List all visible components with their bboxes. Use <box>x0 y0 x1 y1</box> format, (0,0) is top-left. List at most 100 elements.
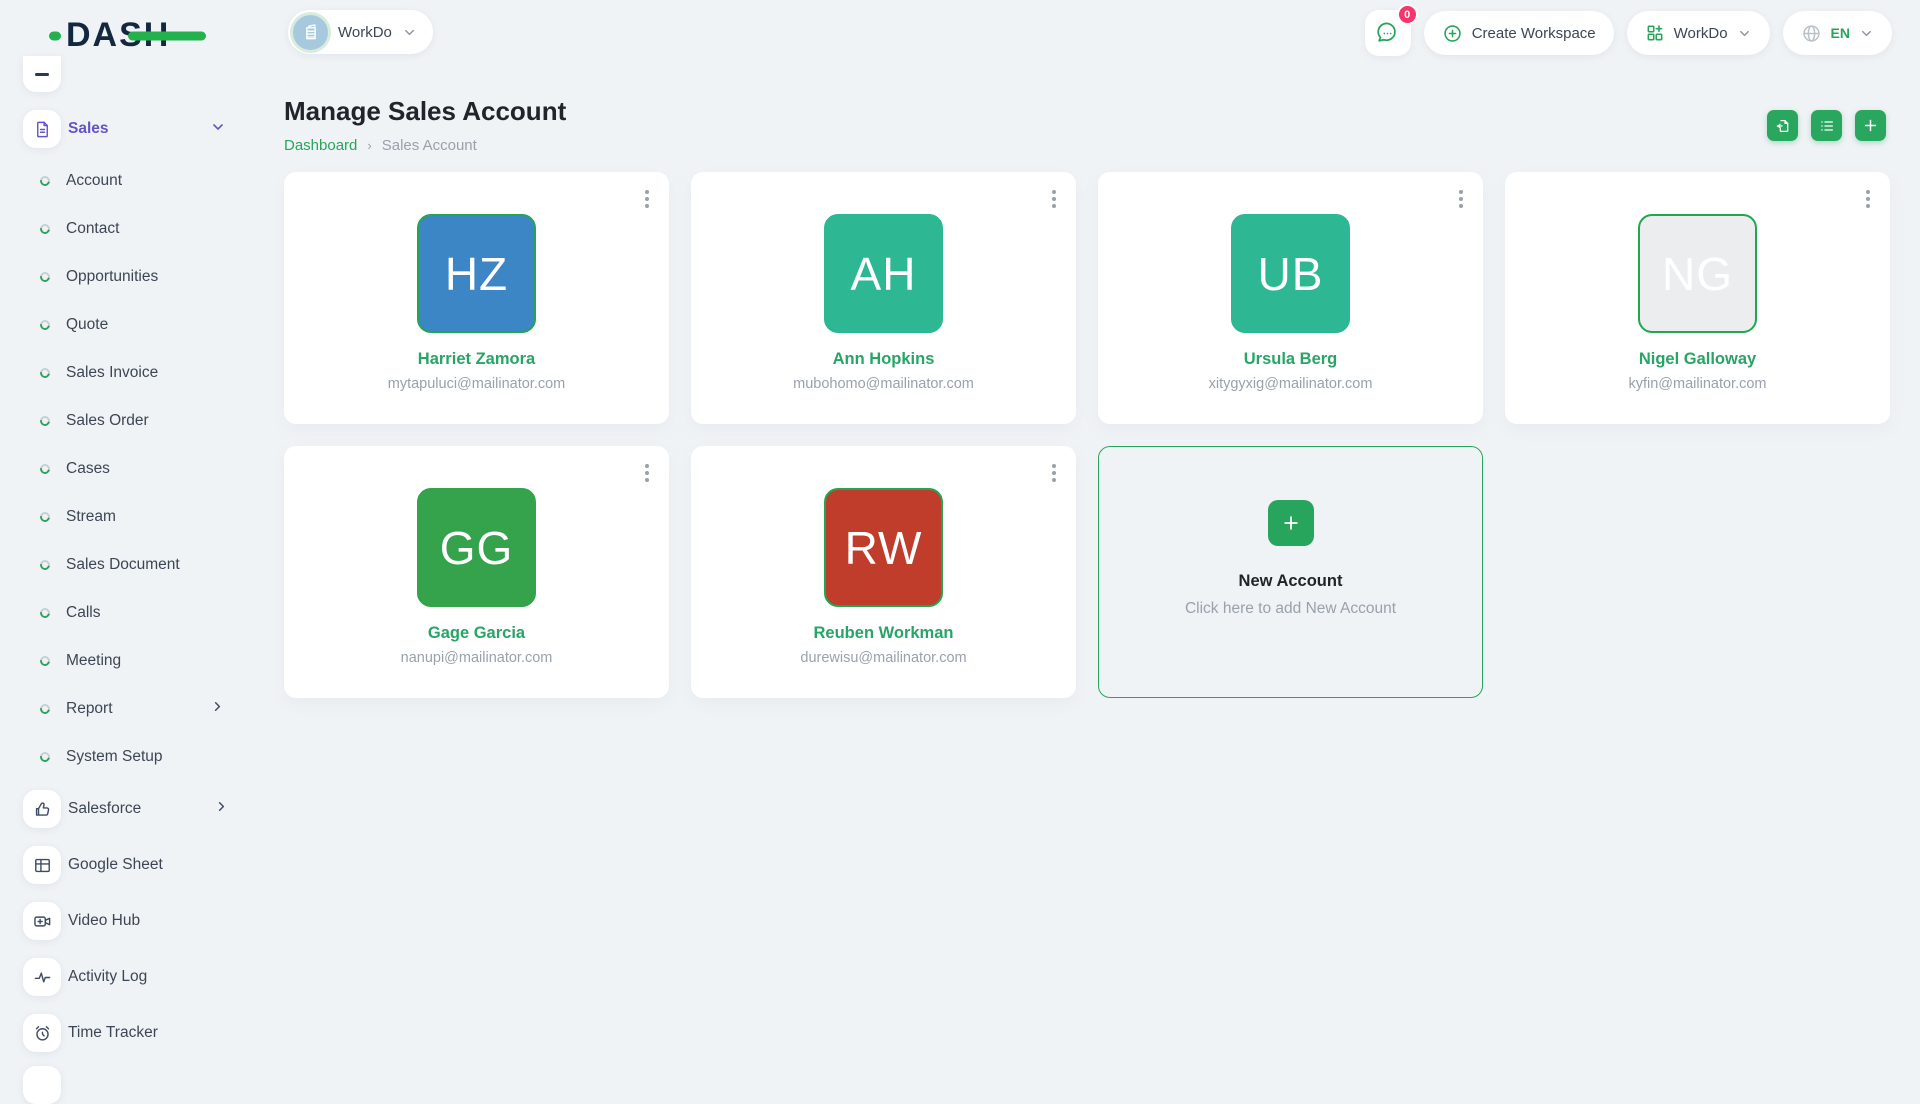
breadcrumb: Dashboard › Sales Account <box>284 137 1890 154</box>
card-menu-button[interactable] <box>641 186 653 212</box>
sidebar-item-quote[interactable]: Quote <box>0 313 272 337</box>
bullet-icon <box>38 366 52 380</box>
logo-dash-icon <box>49 31 61 40</box>
sidebar-item-calls[interactable]: Calls <box>0 601 272 625</box>
account-card: UB Ursula Berg xitygyxig@mailinator.com <box>1098 172 1483 424</box>
sidebar-item-sales-document[interactable]: Sales Document <box>0 553 272 577</box>
sidebar-item-label: Account <box>66 172 122 190</box>
sidebar-item-account[interactable]: Account <box>0 169 272 193</box>
messages-button[interactable]: 0 <box>1365 10 1411 56</box>
bullet-icon <box>38 510 52 524</box>
workdo-menu-label: WorkDo <box>1674 25 1728 42</box>
breadcrumb-dashboard-link[interactable]: Dashboard <box>284 137 357 154</box>
bullet-icon <box>38 318 52 332</box>
chevron-down-icon <box>1737 26 1752 41</box>
account-name-link[interactable]: Reuben Workman <box>691 624 1076 643</box>
avatar: HZ <box>417 214 536 333</box>
card-menu-button[interactable] <box>1455 186 1467 212</box>
account-name-link[interactable]: Nigel Galloway <box>1505 350 1890 369</box>
account-card: GG Gage Garcia nanupi@mailinator.com <box>284 446 669 698</box>
account-card: HZ Harriet Zamora mytapuluci@mailinator.… <box>284 172 669 424</box>
sidebar-item-sales[interactable]: Sales <box>0 110 272 148</box>
bullet-icon <box>38 462 52 476</box>
sidebar-item-cases[interactable]: Cases <box>0 457 272 481</box>
sidebar-item-video-hub[interactable]: Video Hub <box>0 902 272 940</box>
export-button[interactable] <box>1767 110 1798 141</box>
sidebar-item-activity-log[interactable]: Activity Log <box>0 958 272 996</box>
chevron-down-icon <box>210 119 226 140</box>
workspace-switcher[interactable]: WorkDo <box>288 10 433 54</box>
sidebar-item-label: Video Hub <box>68 912 140 930</box>
sidebar-item-label: Stream <box>66 508 116 526</box>
sidebar-item-time-tracker[interactable]: Time Tracker <box>0 1014 272 1052</box>
accounts-grid: HZ Harriet Zamora mytapuluci@mailinator.… <box>284 172 1890 698</box>
avatar: UB <box>1231 214 1350 333</box>
breadcrumb-current: Sales Account <box>382 137 477 154</box>
card-menu-button[interactable] <box>1048 186 1060 212</box>
account-name-link[interactable]: Ursula Berg <box>1098 350 1483 369</box>
file-export-icon <box>1775 118 1791 134</box>
new-account-card[interactable]: New Account Click here to add New Accoun… <box>1098 446 1483 698</box>
sidebar-item-label: Contact <box>66 220 119 238</box>
sidebar-item-stream[interactable]: Stream <box>0 505 272 529</box>
main-content: Manage Sales Account Dashboard › Sales A… <box>284 70 1890 698</box>
account-email: kyfin@mailinator.com <box>1505 376 1890 392</box>
sidebar-item-sales-order[interactable]: Sales Order <box>0 409 272 433</box>
new-account-subtitle: Click here to add New Account <box>1185 600 1396 618</box>
sidebar-item-meeting[interactable]: Meeting <box>0 649 272 673</box>
bullet-icon <box>38 174 52 188</box>
logo-bar-icon <box>128 32 206 41</box>
bullet-icon <box>38 222 52 236</box>
sidebar-item-sales-invoice[interactable]: Sales Invoice <box>0 361 272 385</box>
account-name-link[interactable]: Gage Garcia <box>284 624 669 643</box>
sidebar-item-opportunities[interactable]: Opportunities <box>0 265 272 289</box>
account-card: NG Nigel Galloway kyfin@mailinator.com <box>1505 172 1890 424</box>
language-selector[interactable]: EN <box>1783 11 1892 55</box>
sidebar-item-system-setup[interactable]: System Setup <box>0 745 272 769</box>
table-icon <box>23 846 61 884</box>
sidebar-item-report[interactable]: Report <box>0 697 272 721</box>
new-account-title: New Account <box>1239 572 1343 591</box>
app-logo[interactable]: DASH <box>66 16 170 55</box>
sidebar-item-label: System Setup <box>66 748 163 766</box>
account-card: RW Reuben Workman durewisu@mailinator.co… <box>691 446 1076 698</box>
card-menu-button[interactable] <box>1048 460 1060 486</box>
plus-icon <box>1862 117 1879 134</box>
account-card: AH Ann Hopkins mubohomo@mailinator.com <box>691 172 1076 424</box>
add-account-button[interactable] <box>1855 110 1886 141</box>
card-menu-button[interactable] <box>1862 186 1874 212</box>
thumbs-up-icon <box>23 790 61 828</box>
sidebar: Sales Account Contact Opportunities Quot… <box>0 70 272 1080</box>
account-name-link[interactable]: Harriet Zamora <box>284 350 669 369</box>
list-view-button[interactable] <box>1811 110 1842 141</box>
sidebar-item-partial-bottom[interactable] <box>23 1066 61 1104</box>
sidebar-item-label: Report <box>66 700 113 718</box>
globe-icon <box>1801 23 1822 44</box>
chevron-right-icon <box>210 699 225 719</box>
messages-badge: 0 <box>1397 4 1418 25</box>
account-name-link[interactable]: Ann Hopkins <box>691 350 1076 369</box>
circled-plus-icon <box>1442 23 1463 44</box>
sidebar-item-label: Meeting <box>66 652 121 670</box>
sidebar-item-label: Sales Order <box>66 412 149 430</box>
card-menu-button[interactable] <box>641 460 653 486</box>
create-workspace-button[interactable]: Create Workspace <box>1424 11 1614 55</box>
activity-pulse-icon <box>23 958 61 996</box>
avatar: GG <box>417 488 536 607</box>
breadcrumb-separator-icon: › <box>367 138 371 153</box>
alarm-clock-icon <box>23 1014 61 1052</box>
sidebar-item-label: Sales Document <box>66 556 180 574</box>
sidebar-item-salesforce[interactable]: Salesforce <box>0 790 272 828</box>
document-icon <box>23 110 61 148</box>
sidebar-item-contact[interactable]: Contact <box>0 217 272 241</box>
sidebar-item-label: Quote <box>66 316 108 334</box>
workspace-name: WorkDo <box>338 24 392 41</box>
workdo-menu-button[interactable]: WorkDo <box>1627 11 1770 55</box>
account-email: mytapuluci@mailinator.com <box>284 376 669 392</box>
plus-icon <box>1268 500 1314 546</box>
account-email: durewisu@mailinator.com <box>691 650 1076 666</box>
sidebar-item-partial-top[interactable] <box>23 56 61 92</box>
avatar: RW <box>824 488 943 607</box>
list-view-icon <box>1819 118 1835 134</box>
sidebar-item-google-sheet[interactable]: Google Sheet <box>0 846 272 884</box>
